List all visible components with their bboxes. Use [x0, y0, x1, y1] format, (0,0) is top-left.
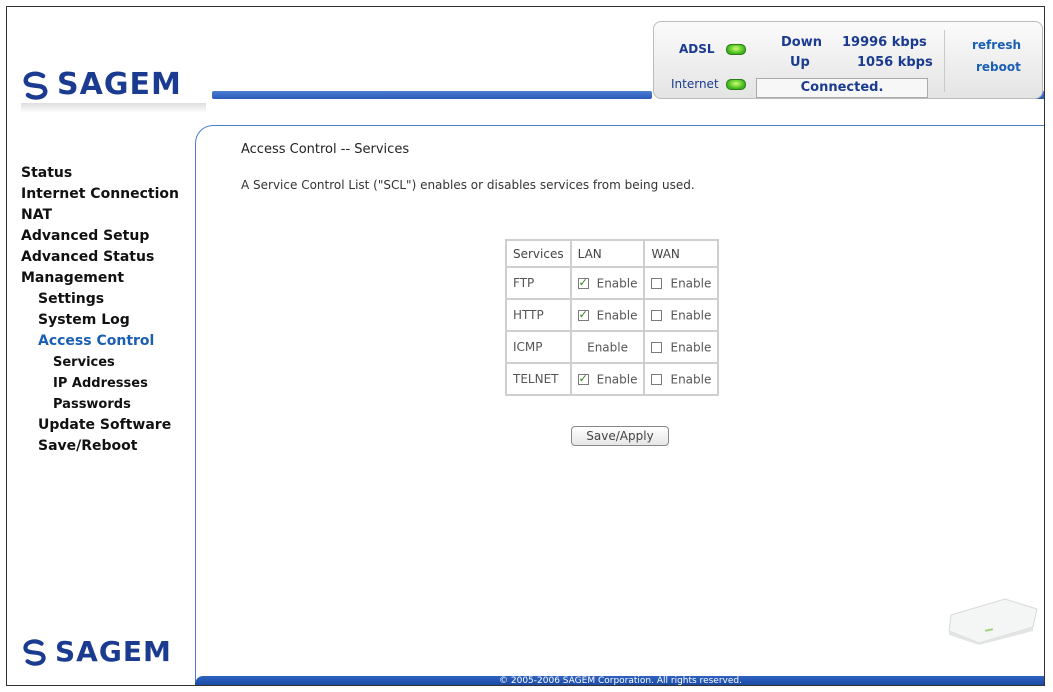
- sagem-swirl-icon: [23, 638, 46, 666]
- checkbox-label: Enable: [596, 308, 638, 323]
- sidebar-item-advanced-setup[interactable]: Advanced Setup: [21, 226, 179, 247]
- up-rate: 1056 kbps: [857, 55, 933, 70]
- lan-enable-checkbox[interactable]: [577, 308, 589, 321]
- sagem-logo: SAGEM: [21, 67, 182, 102]
- wan-cell: Enable: [643, 330, 720, 364]
- table-row: ICMP Enable Enable: [505, 330, 720, 364]
- table-header-row: Services LAN WAN: [505, 239, 720, 268]
- router-device-image: [948, 598, 1038, 645]
- internet-label: Internet: [671, 77, 719, 91]
- sidebar: Status Internet Connection NAT Advanced …: [7, 125, 197, 685]
- checkbox-label: Enable: [670, 276, 712, 291]
- lan-enable-checkbox[interactable]: [577, 276, 589, 289]
- services-table: Services LAN WAN FTP Enable Enable HTTP …: [505, 239, 720, 396]
- lan-cell: Enable: [569, 362, 646, 396]
- sidebar-item-settings[interactable]: Settings: [21, 289, 179, 310]
- main-content: Access Control -- Services A Service Con…: [195, 125, 1044, 685]
- wan-enable-checkbox[interactable]: [651, 341, 663, 353]
- connection-status-text: Connected.: [756, 78, 928, 98]
- bottom-logo-text: SAGEM: [55, 635, 172, 668]
- lan-enable-checkbox[interactable]: [577, 372, 589, 385]
- header: SAGEM ADSL Internet Down 19996 kbps Up 1…: [7, 7, 1044, 125]
- adsl-led-icon: [726, 44, 746, 55]
- connection-status-panel: ADSL Internet Down 19996 kbps Up 1056 kb…: [653, 21, 1043, 99]
- column-header-services: Services: [505, 239, 572, 268]
- sidebar-item-access-control[interactable]: Access Control: [21, 331, 179, 352]
- sidebar-item-passwords[interactable]: Passwords: [21, 394, 179, 415]
- wan-enable-checkbox[interactable]: [651, 309, 663, 321]
- wan-enable-checkbox[interactable]: [651, 373, 663, 385]
- wan-cell: Enable: [643, 298, 720, 332]
- lan-cell: Enable: [569, 266, 646, 300]
- save-apply-button[interactable]: Save/Apply: [571, 426, 669, 446]
- table-row: HTTP Enable Enable: [505, 298, 720, 332]
- checkbox-label: Enable: [670, 308, 712, 323]
- sidebar-item-nat[interactable]: NAT: [21, 205, 179, 226]
- checkbox-label: Enable: [596, 372, 638, 387]
- table-row: TELNET Enable Enable: [505, 362, 720, 396]
- lan-cell: Enable: [569, 330, 646, 364]
- router-admin-window: SAGEM ADSL Internet Down 19996 kbps Up 1…: [6, 6, 1045, 686]
- status-divider: [944, 30, 945, 92]
- sidebar-item-management[interactable]: Management: [21, 268, 179, 289]
- sidebar-item-system-log[interactable]: System Log: [21, 310, 179, 331]
- table-row: FTP Enable Enable: [505, 266, 720, 300]
- checkbox-label: Enable: [596, 276, 638, 291]
- wan-cell: Enable: [643, 362, 720, 396]
- column-header-lan: LAN: [569, 239, 646, 268]
- footer-copyright: © 2005-2006 SAGEM Corporation. All right…: [499, 676, 742, 686]
- sidebar-item-internet-connection[interactable]: Internet Connection: [21, 184, 179, 205]
- reboot-link[interactable]: reboot: [976, 60, 1021, 74]
- down-rate: 19996 kbps: [842, 35, 927, 50]
- service-name: ICMP: [505, 330, 572, 364]
- sidebar-item-advanced-status[interactable]: Advanced Status: [21, 247, 179, 268]
- up-label: Up: [790, 55, 810, 70]
- page-title: Access Control -- Services: [241, 142, 410, 157]
- column-header-wan: WAN: [643, 239, 720, 268]
- logo-text: SAGEM: [57, 67, 182, 102]
- logo-reflection: [21, 103, 206, 113]
- page-description: A Service Control List ("SCL") enables o…: [241, 178, 695, 192]
- service-name: HTTP: [505, 298, 572, 332]
- lan-cell: Enable: [569, 298, 646, 332]
- sidebar-item-update-software[interactable]: Update Software: [21, 415, 179, 436]
- checkbox-label: Enable: [670, 372, 712, 387]
- wan-cell: Enable: [643, 266, 720, 300]
- adsl-label: ADSL: [679, 42, 715, 56]
- refresh-link[interactable]: refresh: [972, 38, 1021, 52]
- internet-led-icon: [726, 79, 746, 90]
- down-label: Down: [781, 35, 822, 50]
- service-name: FTP: [505, 266, 572, 300]
- sidebar-item-save-reboot[interactable]: Save/Reboot: [21, 436, 179, 457]
- sidebar-item-services[interactable]: Services: [21, 352, 179, 373]
- sidebar-item-status[interactable]: Status: [21, 163, 179, 184]
- checkbox-label: Enable: [587, 340, 628, 355]
- sagem-swirl-icon: [23, 71, 48, 100]
- sidebar-item-ip-addresses[interactable]: IP Addresses: [21, 373, 179, 394]
- checkbox-label: Enable: [670, 340, 712, 355]
- header-rule: [212, 91, 652, 99]
- service-name: TELNET: [505, 362, 572, 396]
- bottom-sagem-logo: SAGEM: [21, 635, 172, 668]
- sidebar-nav: Status Internet Connection NAT Advanced …: [21, 163, 179, 457]
- wan-enable-checkbox[interactable]: [651, 277, 663, 289]
